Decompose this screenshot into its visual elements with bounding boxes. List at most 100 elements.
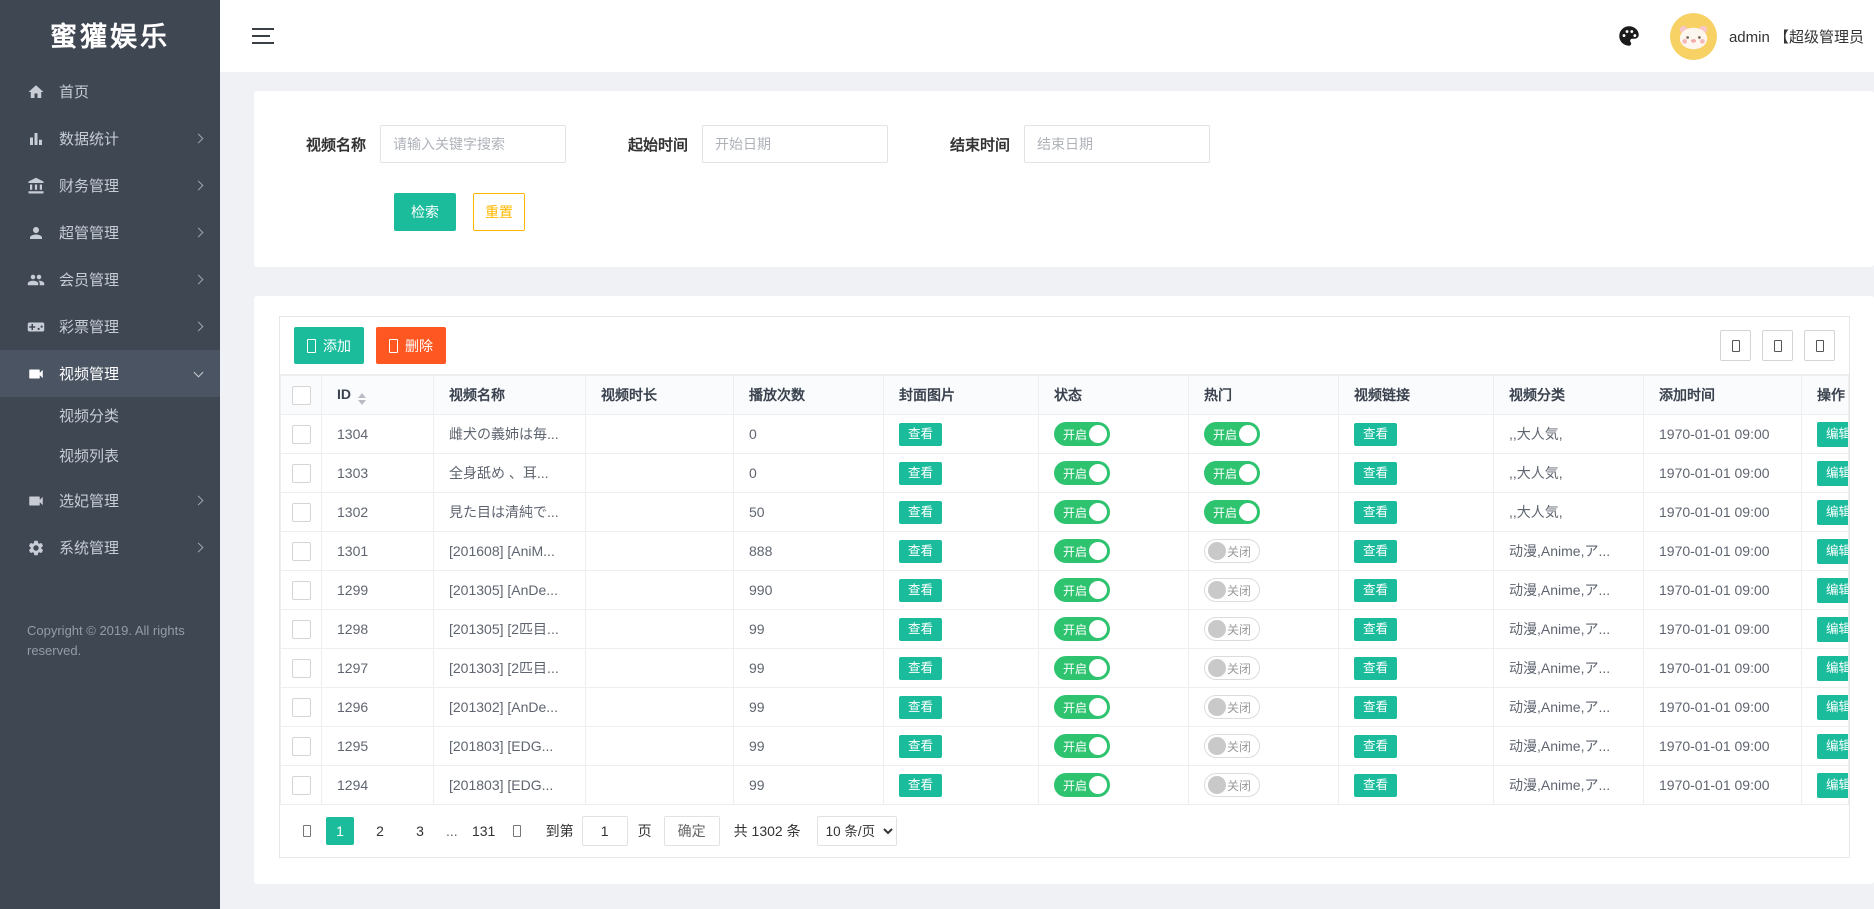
page-number-2[interactable]: 2 — [366, 817, 394, 845]
user-menu[interactable]: admin 【超级管理员 — [1670, 13, 1864, 60]
edit-button[interactable]: 编辑 — [1817, 461, 1849, 486]
toggle-switch-on[interactable]: 开启 — [1054, 656, 1110, 680]
video-name-input[interactable] — [380, 125, 566, 163]
start-date-input[interactable] — [702, 125, 888, 163]
view-cover-button[interactable]: 查看 — [899, 540, 942, 563]
table-tool-print-button[interactable] — [1804, 330, 1835, 361]
view-cover-button[interactable]: 查看 — [899, 735, 942, 758]
sidebar-item-6[interactable]: 彩票管理 — [0, 303, 220, 350]
sidebar-subitem-1[interactable]: 视频分类 — [0, 397, 220, 437]
toggle-switch-on[interactable]: 开启 — [1054, 461, 1110, 485]
toggle-switch-on[interactable]: 开启 — [1054, 422, 1110, 446]
toggle-switch-off[interactable]: 关闭 — [1204, 617, 1260, 641]
view-cover-button[interactable]: 查看 — [899, 579, 942, 602]
view-cover-button[interactable]: 查看 — [899, 423, 942, 446]
row-checkbox[interactable] — [292, 698, 311, 717]
table-tool-export-button[interactable] — [1762, 330, 1793, 361]
row-checkbox[interactable] — [292, 542, 311, 561]
view-link-button[interactable]: 查看 — [1354, 735, 1397, 758]
view-link-button[interactable]: 查看 — [1354, 774, 1397, 797]
table-tool-filter-button[interactable] — [1720, 330, 1751, 361]
sidebar-item-8[interactable]: 选妃管理 — [0, 477, 220, 524]
edit-button[interactable]: 编辑 — [1817, 773, 1849, 798]
cell-plays: 990 — [734, 571, 884, 610]
view-cover-button[interactable]: 查看 — [899, 657, 942, 680]
toggle-switch-on[interactable]: 开启 — [1054, 578, 1110, 602]
sort-icon[interactable] — [358, 393, 366, 405]
add-button[interactable]: 添加 — [294, 327, 364, 364]
goto-page-input[interactable] — [582, 816, 628, 846]
toggle-switch-on[interactable]: 开启 — [1054, 695, 1110, 719]
search-button[interactable]: 检索 — [394, 193, 456, 231]
toggle-switch-on[interactable]: 开启 — [1204, 422, 1260, 446]
view-cover-button[interactable]: 查看 — [899, 501, 942, 524]
toggle-switch-on[interactable]: 开启 — [1204, 461, 1260, 485]
toggle-switch-off[interactable]: 关闭 — [1204, 773, 1260, 797]
view-link-button[interactable]: 查看 — [1354, 657, 1397, 680]
page-number-131[interactable]: 131 — [470, 817, 498, 845]
per-page-select[interactable]: 10 条/页 — [817, 816, 897, 846]
row-checkbox[interactable] — [292, 503, 311, 522]
view-cover-button[interactable]: 查看 — [899, 462, 942, 485]
row-checkbox[interactable] — [292, 464, 311, 483]
edit-button[interactable]: 编辑 — [1817, 734, 1849, 759]
sidebar-item-5[interactable]: 会员管理 — [0, 256, 220, 303]
view-link-button[interactable]: 查看 — [1354, 423, 1397, 446]
batch-delete-button[interactable]: 删除 — [376, 327, 446, 364]
sidebar-item-3[interactable]: 财务管理 — [0, 162, 220, 209]
toggle-switch-on[interactable]: 开启 — [1054, 617, 1110, 641]
edit-button[interactable]: 编辑 — [1817, 656, 1849, 681]
sidebar-item-7[interactable]: 视频管理 — [0, 350, 220, 397]
edit-button[interactable]: 编辑 — [1817, 695, 1849, 720]
view-link-button[interactable]: 查看 — [1354, 696, 1397, 719]
end-date-input[interactable] — [1024, 125, 1210, 163]
row-checkbox[interactable] — [292, 620, 311, 639]
view-link-button[interactable]: 查看 — [1354, 540, 1397, 563]
cell-hot: 关闭 — [1189, 610, 1339, 649]
theme-palette-icon[interactable] — [1616, 22, 1644, 50]
goto-confirm-button[interactable]: 确定 — [664, 816, 720, 846]
menu-fold-icon[interactable] — [252, 28, 274, 44]
edit-button[interactable]: 编辑 — [1817, 500, 1849, 525]
edit-button[interactable]: 编辑 — [1817, 539, 1849, 564]
toggle-switch-on[interactable]: 开启 — [1054, 539, 1110, 563]
edit-button[interactable]: 编辑 — [1817, 422, 1849, 447]
view-cover-button[interactable]: 查看 — [899, 696, 942, 719]
view-link-button[interactable]: 查看 — [1354, 462, 1397, 485]
toggle-switch-off[interactable]: 关闭 — [1204, 695, 1260, 719]
toggle-switch-on[interactable]: 开启 — [1054, 773, 1110, 797]
toggle-switch-off[interactable]: 关闭 — [1204, 656, 1260, 680]
column-header-1[interactable]: ID — [322, 376, 434, 415]
sidebar-item-1[interactable]: 首页 — [0, 68, 220, 115]
sidebar-item-2[interactable]: 数据统计 — [0, 115, 220, 162]
sidebar-item-9[interactable]: 系统管理 — [0, 524, 220, 571]
page-number-1[interactable]: 1 — [326, 817, 354, 845]
row-checkbox[interactable] — [292, 659, 311, 678]
switch-knob — [1089, 776, 1107, 794]
view-cover-button[interactable]: 查看 — [899, 774, 942, 797]
row-checkbox[interactable] — [292, 776, 311, 795]
select-all-checkbox[interactable] — [292, 386, 311, 405]
toggle-switch-off[interactable]: 关闭 — [1204, 578, 1260, 602]
page-number-3[interactable]: 3 — [406, 817, 434, 845]
edit-button[interactable]: 编辑 — [1817, 578, 1849, 603]
edit-button[interactable]: 编辑 — [1817, 617, 1849, 642]
row-checkbox[interactable] — [292, 581, 311, 600]
toggle-switch-on[interactable]: 开启 — [1054, 734, 1110, 758]
reset-button[interactable]: 重置 — [473, 193, 525, 231]
next-page-icon[interactable] — [513, 825, 521, 837]
toggle-switch-on[interactable]: 开启 — [1204, 500, 1260, 524]
prev-page-icon[interactable] — [303, 825, 311, 837]
row-checkbox[interactable] — [292, 425, 311, 444]
view-cover-button[interactable]: 查看 — [899, 618, 942, 641]
toggle-switch-on[interactable]: 开启 — [1054, 500, 1110, 524]
toggle-switch-off[interactable]: 关闭 — [1204, 539, 1260, 563]
sidebar-subitem-2[interactable]: 视频列表 — [0, 437, 220, 477]
view-link-button[interactable]: 查看 — [1354, 618, 1397, 641]
view-link-button[interactable]: 查看 — [1354, 579, 1397, 602]
cell-cover: 查看 — [884, 727, 1039, 766]
sidebar-item-4[interactable]: 超管管理 — [0, 209, 220, 256]
toggle-switch-off[interactable]: 关闭 — [1204, 734, 1260, 758]
view-link-button[interactable]: 查看 — [1354, 501, 1397, 524]
row-checkbox[interactable] — [292, 737, 311, 756]
